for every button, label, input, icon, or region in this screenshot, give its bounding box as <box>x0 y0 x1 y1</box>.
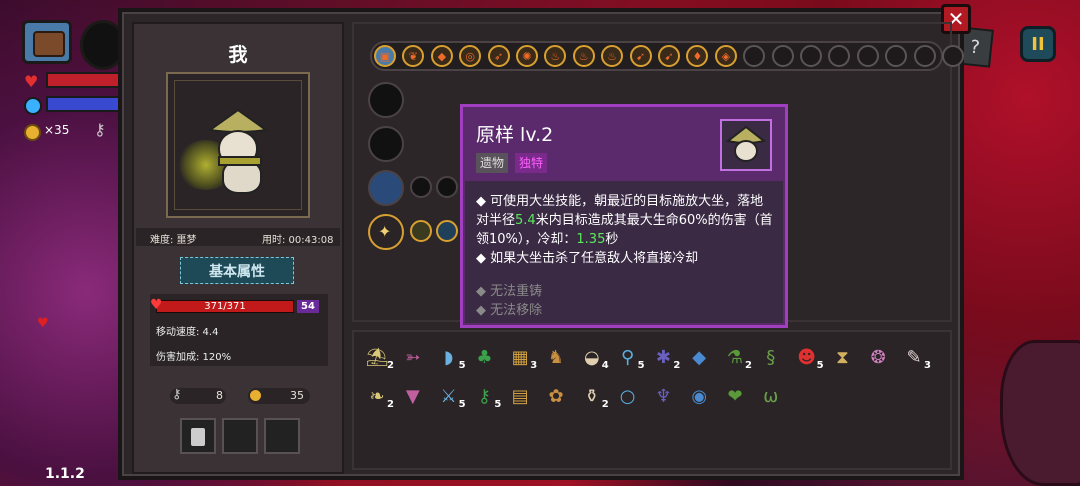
flame-arrow-icon[interactable]: ➹ <box>629 45 652 67</box>
tooltip-item-icon <box>720 119 772 171</box>
hp-heart-icon: ♥ <box>150 297 163 313</box>
health-bar <box>46 72 126 88</box>
feather-icon[interactable]: ➳ <box>398 342 428 372</box>
hud-coin-count: ×35 <box>44 123 70 137</box>
coin-icon <box>24 124 41 141</box>
empty-relic-slot[interactable] <box>913 45 936 67</box>
ability-slot-4[interactable]: ✦ <box>368 214 404 250</box>
item-count: 2 <box>387 399 394 410</box>
sprout-icon[interactable]: ✿ <box>541 381 571 411</box>
difficulty-label: 难度: 噩梦 <box>150 235 197 246</box>
item-count: 4 <box>601 360 609 371</box>
heart-creature-icon[interactable]: ❤ <box>720 381 750 411</box>
item-count: 2 <box>745 360 752 371</box>
item-count: 3 <box>924 360 931 371</box>
sub-slot-gold[interactable] <box>410 220 432 242</box>
tooltip-description: ◆ 可使用大坐技能，朝最近的目标施放大坐，落地对半径5.4米内目标造成其最大生命… <box>476 192 776 268</box>
equipment-slot-1[interactable] <box>180 418 216 454</box>
crystal-icon[interactable]: ◆ <box>684 342 714 372</box>
version-label: 1.1.2 <box>45 466 85 482</box>
ability-slot-2[interactable] <box>368 126 404 162</box>
empty-relic-slot[interactable] <box>800 45 822 67</box>
flame-arrow-icon[interactable]: ➹ <box>658 45 680 67</box>
time-label: 用时: 00:43:08 <box>262 235 334 246</box>
coin-icon <box>250 390 261 401</box>
item-count: 5 <box>458 399 466 410</box>
cat-icon[interactable]: ♞ <box>541 342 571 372</box>
attributes-button[interactable]: 基本属性 <box>180 257 294 284</box>
heart-pickup-icon: ♥ <box>37 316 49 331</box>
seed-icon[interactable]: ◆ <box>430 45 453 67</box>
flame-icon[interactable]: ♨ <box>572 45 595 67</box>
desc-line2: ◆ 如果大坐击杀了任意敌人将直接冷却 <box>476 251 699 266</box>
item-count: 5 <box>494 399 502 410</box>
shield-value: 54 <box>297 300 319 313</box>
pause-button[interactable]: II <box>1020 26 1056 62</box>
empty-relic-slot[interactable] <box>856 45 879 67</box>
cannot-reforge: ◆ 无法重铸 <box>476 284 543 299</box>
empty-relic-slot[interactable] <box>771 45 794 67</box>
item-count: 5 <box>637 360 645 371</box>
teeth-icon[interactable]: ѡ <box>756 381 786 411</box>
item-count: 5 <box>816 360 824 371</box>
sub-slot-blue[interactable] <box>436 220 458 242</box>
desc-line1-c: 秒 <box>605 232 619 247</box>
cannot-remove: ◆ 无法移除 <box>476 303 543 318</box>
burst-icon[interactable]: ✺ <box>516 45 538 67</box>
mana-orb-icon <box>24 97 42 115</box>
move-speed-stat: 移动速度: 4.4 <box>156 327 219 338</box>
key-count: 8 <box>216 389 223 402</box>
item-count: 3 <box>530 360 538 371</box>
equipment-slot-2[interactable] <box>222 418 258 454</box>
character-scarf <box>218 156 262 166</box>
health-heart-icon: ♥ <box>24 72 39 91</box>
flame-gem-icon[interactable]: ◈ <box>714 45 737 67</box>
equipment-slot-3[interactable] <box>264 418 300 454</box>
horn-helm-icon[interactable]: ♆ <box>648 381 678 411</box>
map-icon[interactable]: ▤ <box>505 381 535 411</box>
chest-icon[interactable]: ▣ <box>374 45 396 67</box>
item-count: 5 <box>458 360 466 371</box>
clover-icon[interactable]: ♣ <box>469 342 499 372</box>
character-name: 我 <box>228 44 248 66</box>
item-count: 2 <box>601 399 609 410</box>
empty-relic-slot[interactable] <box>942 45 964 67</box>
wand-icon: ✦ <box>378 222 392 241</box>
coin-count-chip: 35 <box>248 388 310 404</box>
inventory-chest-icon[interactable] <box>22 20 72 64</box>
desc-radius: 5.4 <box>515 213 536 228</box>
tag-unique: 独特 <box>515 153 548 173</box>
tooltip-title: 原样 lv.2 <box>476 124 554 146</box>
banner-icon[interactable]: ▼ <box>398 381 428 411</box>
coin-count: 35 <box>290 389 304 402</box>
orb-icon[interactable]: ◉ <box>684 381 714 411</box>
tag-relic: 遗物 <box>476 153 509 173</box>
sub-slot-1[interactable] <box>410 176 432 198</box>
straw-hat-icon <box>725 125 767 162</box>
key-icon: ⚷ <box>172 387 182 402</box>
ability-slot-3[interactable] <box>368 170 404 206</box>
hp-bar: 371/371 <box>156 300 294 313</box>
ability-slot-1[interactable] <box>368 82 404 118</box>
hourglass-icon[interactable]: ⧗ <box>827 342 857 372</box>
desc-cooldown: 1.35 <box>576 232 606 247</box>
key-icon: ⚷ <box>94 120 106 139</box>
item-count: 2 <box>387 360 394 371</box>
snake-icon[interactable]: § <box>756 342 786 372</box>
mana-bar <box>46 96 126 112</box>
damage-bonus-stat: 伤害加成: 120% <box>156 352 232 363</box>
brain-icon[interactable]: ❂ <box>863 342 893 372</box>
ring-icon[interactable]: ○ <box>613 381 643 411</box>
bottle-icon <box>191 428 205 446</box>
fire-arrow-icon[interactable]: ➶ <box>487 45 510 67</box>
key-count-chip: ⚷ 8 <box>170 387 226 404</box>
background-creature <box>1000 340 1080 486</box>
sub-slot-2[interactable] <box>436 176 458 198</box>
item-count: 2 <box>673 360 681 371</box>
